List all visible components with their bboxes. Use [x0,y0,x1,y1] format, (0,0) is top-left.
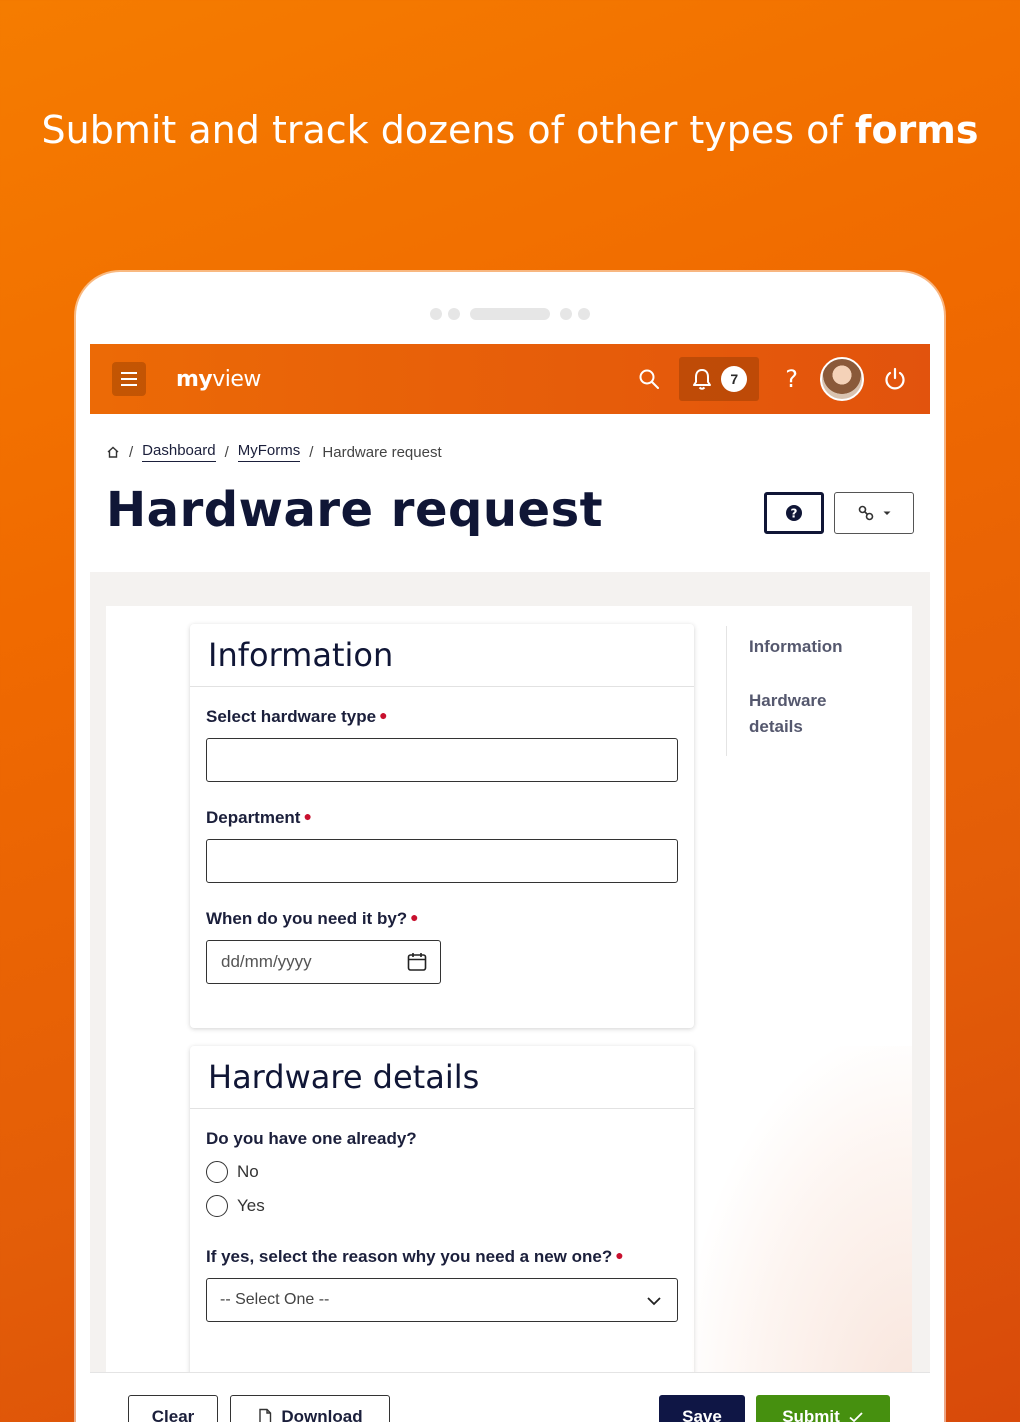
home-icon[interactable] [106,445,120,459]
question-circle-icon: ? [786,505,802,521]
calendar-icon[interactable] [406,951,428,973]
menu-icon[interactable] [112,362,146,396]
need-by-field: When do you need it by? ● dd/mm/yyyy [190,909,694,984]
form-footer: Clear Download Save Submit [90,1372,930,1422]
svg-text:?: ? [791,507,798,521]
bell-icon [693,369,712,390]
section-navigation: Information Hardware details [726,626,859,756]
hardware-type-input[interactable] [206,738,678,782]
form-content: Information Select hardware type ● Depart… [106,606,912,1422]
radio-button[interactable] [206,1195,228,1217]
logo-bold: my [176,366,213,392]
form-help-button[interactable]: ? [764,492,824,534]
hardware-details-card: Hardware details Do you have one already… [190,1046,694,1422]
top-actions: 7 ? [637,357,908,401]
submit-button[interactable]: Submit [756,1395,890,1422]
tablet-camera [430,308,590,320]
breadcrumb: / Dashboard / MyForms / Hardware request [106,442,930,462]
myview-logo[interactable]: myview [176,367,261,392]
breadcrumb-myforms[interactable]: MyForms [237,442,301,462]
notifications-button[interactable]: 7 [679,357,760,401]
document-icon [259,1408,272,1422]
need-by-date-input[interactable]: dd/mm/yyyy [206,940,441,984]
hardware-type-label: Select hardware type ● [206,707,388,726]
breadcrumb-current: Hardware request [322,443,442,461]
promo-headline: Submit and track dozens of other types o… [0,104,1020,156]
breadcrumb-dashboard[interactable]: Dashboard [142,442,216,462]
breadcrumb-separator: / [224,443,229,461]
headline-bold: forms [854,108,979,152]
department-field: Department ● [190,808,694,883]
need-by-label: When do you need it by? ● [206,909,419,928]
clear-label: Clear [151,1407,195,1422]
logo-rest: view [212,366,261,392]
search-icon[interactable] [637,367,661,391]
radio-button[interactable] [206,1161,228,1183]
radio-label: Yes [237,1196,265,1215]
toc-item-information[interactable]: Information [749,634,859,660]
radio-option-yes[interactable]: Yes [206,1195,678,1217]
tablet-frame: myview 7 ? / Dashboard / MyForms / Hardw… [76,272,944,1422]
information-card: Information Select hardware type ● Depart… [190,624,694,1028]
help-icon[interactable]: ? [785,365,798,393]
header-actions: ? [764,492,914,534]
toc-item-hardware-details[interactable]: Hardware details [749,688,859,740]
information-title: Information [190,624,694,687]
caret-down-icon [883,511,891,515]
department-input[interactable] [206,839,678,883]
top-bar: myview 7 ? [90,344,930,414]
department-label: Department ● [206,808,312,827]
save-label: Save [682,1407,722,1422]
app-screen: myview 7 ? / Dashboard / MyForms / Hardw… [90,344,930,1422]
have-one-label: Do you have one already? [206,1129,417,1148]
share-link-button[interactable] [834,492,914,534]
chevron-down-icon [647,1297,661,1306]
hardware-type-field: Select hardware type ● [190,707,694,782]
breadcrumb-separator: / [129,443,134,461]
have-one-field: Do you have one already? No Yes [190,1129,694,1217]
avatar[interactable] [820,357,864,401]
reason-selected-value: -- Select One -- [220,1291,330,1308]
reason-label: If yes, select the reason why you need a… [206,1247,624,1266]
date-placeholder: dd/mm/yyyy [221,952,312,971]
download-label: Download [281,1407,363,1422]
check-icon [849,1412,863,1422]
download-button[interactable]: Download [230,1395,390,1422]
clear-button[interactable]: Clear [128,1395,218,1422]
reason-select[interactable]: -- Select One -- [206,1278,678,1322]
radio-label: No [237,1162,259,1181]
headline-main: Submit and track dozens of other types o… [41,108,843,152]
power-icon[interactable] [882,366,908,392]
notification-count-badge: 7 [721,366,748,392]
reason-field: If yes, select the reason why you need a… [190,1247,694,1322]
link-icon [858,505,874,521]
hardware-details-title: Hardware details [190,1046,694,1109]
page-header: / Dashboard / MyForms / Hardware request… [90,414,930,572]
save-button[interactable]: Save [659,1395,745,1422]
radio-option-no[interactable]: No [206,1161,678,1183]
submit-label: Submit [782,1407,840,1422]
breadcrumb-separator: / [309,443,314,461]
